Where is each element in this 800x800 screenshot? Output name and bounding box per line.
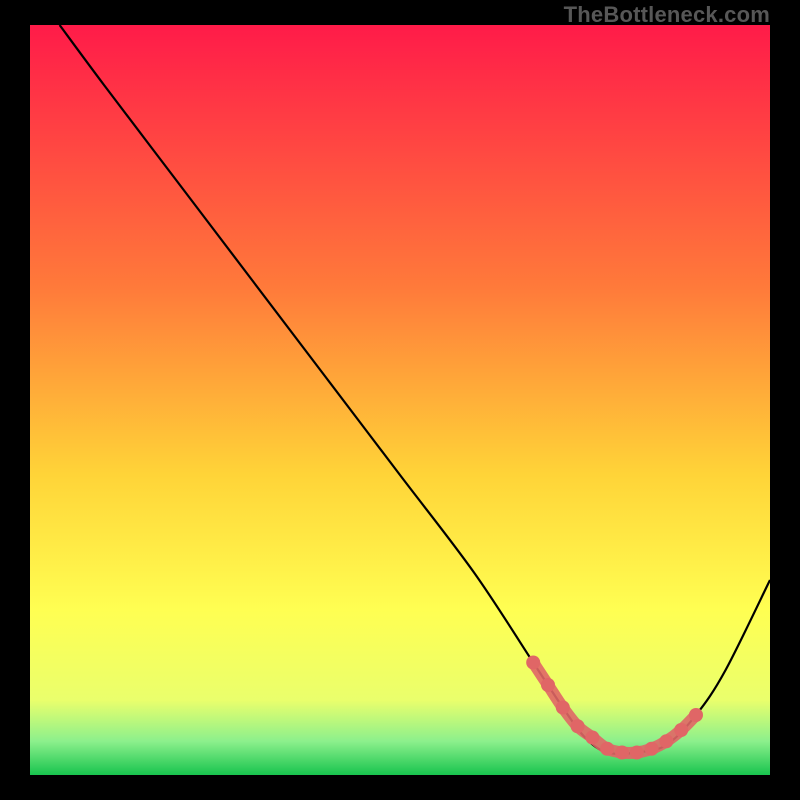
highlight-dot [630,746,644,760]
chart-frame [30,25,770,775]
highlight-dot [600,742,614,756]
highlight-dot [556,701,570,715]
highlight-dot [659,734,673,748]
highlight-dot [585,731,599,745]
highlight-dot [615,746,629,760]
highlight-dot [689,708,703,722]
highlight-dot [541,678,555,692]
watermark-label: TheBottleneck.com [564,2,770,28]
highlight-dot [674,723,688,737]
chart-background [30,25,770,775]
highlight-dot [526,656,540,670]
highlight-dot [571,719,585,733]
highlight-dot [645,742,659,756]
chart-plot [30,25,770,775]
